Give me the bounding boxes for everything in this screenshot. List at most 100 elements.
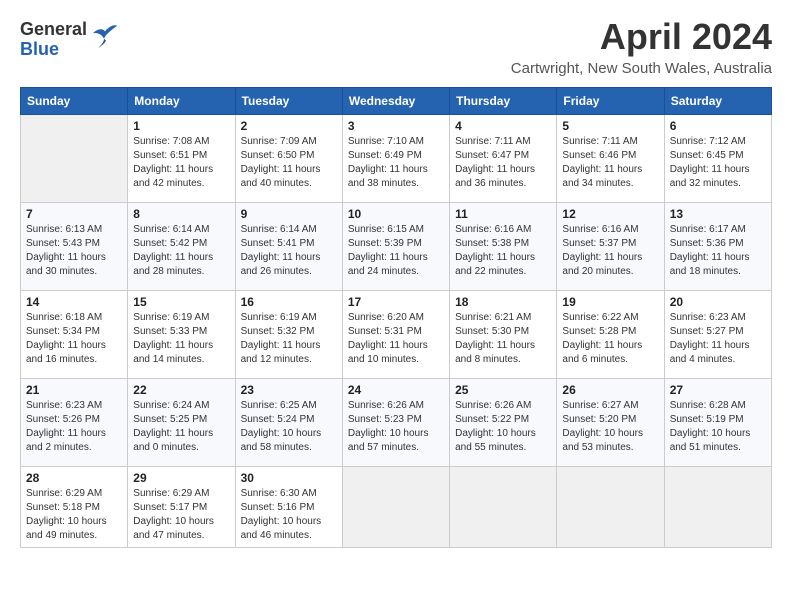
day-number: 4 [455,119,551,133]
day-number: 20 [670,295,766,309]
day-info: Sunrise: 6:14 AM Sunset: 5:41 PM Dayligh… [241,223,337,279]
column-header-thursday: Thursday [450,88,557,115]
calendar-cell: 13 Sunrise: 6:17 AM Sunset: 5:36 PM Dayli… [664,203,771,291]
calendar-cell: 19 Sunrise: 6:22 AM Sunset: 5:28 PM Dayli… [557,291,664,379]
page-header: General Blue April 2024 Cartwright, New … [20,16,772,77]
day-number: 5 [562,119,658,133]
day-info: Sunrise: 6:24 AM Sunset: 5:25 PM Dayligh… [133,399,229,455]
calendar-cell: 5 Sunrise: 7:11 AM Sunset: 6:46 PM Daylig… [557,115,664,203]
calendar-cell: 2 Sunrise: 7:09 AM Sunset: 6:50 PM Daylig… [235,115,342,203]
calendar-cell: 26 Sunrise: 6:27 AM Sunset: 5:20 PM Dayli… [557,379,664,467]
calendar-cell: 8 Sunrise: 6:14 AM Sunset: 5:42 PM Daylig… [128,203,235,291]
day-number: 9 [241,207,337,221]
calendar-cell: 30 Sunrise: 6:30 AM Sunset: 5:16 PM Dayli… [235,467,342,548]
calendar-cell [21,115,128,203]
calendar-cell: 22 Sunrise: 6:24 AM Sunset: 5:25 PM Dayli… [128,379,235,467]
column-header-saturday: Saturday [664,88,771,115]
day-info: Sunrise: 6:17 AM Sunset: 5:36 PM Dayligh… [670,223,766,279]
day-info: Sunrise: 6:23 AM Sunset: 5:26 PM Dayligh… [26,399,122,455]
calendar-table: SundayMondayTuesdayWednesdayThursdayFrid… [20,87,772,548]
calendar-cell: 15 Sunrise: 6:19 AM Sunset: 5:33 PM Dayli… [128,291,235,379]
calendar-cell: 14 Sunrise: 6:18 AM Sunset: 5:34 PM Dayli… [21,291,128,379]
day-number: 6 [670,119,766,133]
calendar-cell: 17 Sunrise: 6:20 AM Sunset: 5:31 PM Dayli… [342,291,449,379]
calendar-cell [342,467,449,548]
calendar-cell: 6 Sunrise: 7:12 AM Sunset: 6:45 PM Daylig… [664,115,771,203]
day-info: Sunrise: 6:23 AM Sunset: 5:27 PM Dayligh… [670,311,766,367]
day-info: Sunrise: 6:18 AM Sunset: 5:34 PM Dayligh… [26,311,122,367]
day-info: Sunrise: 6:29 AM Sunset: 5:18 PM Dayligh… [26,487,122,543]
day-info: Sunrise: 7:12 AM Sunset: 6:45 PM Dayligh… [670,135,766,191]
day-number: 15 [133,295,229,309]
column-header-sunday: Sunday [21,88,128,115]
day-info: Sunrise: 6:22 AM Sunset: 5:28 PM Dayligh… [562,311,658,367]
column-header-tuesday: Tuesday [235,88,342,115]
day-number: 7 [26,207,122,221]
logo-blue-text: Blue [20,40,87,60]
calendar-cell: 24Sunrise: 6:26 AM Sunset: 5:23 PM Dayli… [342,379,449,467]
calendar-cell [664,467,771,548]
logo-general-text: General [20,20,87,40]
day-info: Sunrise: 6:25 AM Sunset: 5:24 PM Dayligh… [241,399,337,455]
day-info: Sunrise: 6:26 AM Sunset: 5:23 PM Dayligh… [348,399,444,455]
calendar-cell: 23Sunrise: 6:25 AM Sunset: 5:24 PM Dayli… [235,379,342,467]
day-number: 17 [348,295,444,309]
calendar-header-row: SundayMondayTuesdayWednesdayThursdayFrid… [21,88,772,115]
day-number: 27 [670,383,766,397]
day-number: 28 [26,471,122,485]
day-number: 1 [133,119,229,133]
calendar-cell: 11Sunrise: 6:16 AM Sunset: 5:38 PM Dayli… [450,203,557,291]
day-info: Sunrise: 6:15 AM Sunset: 5:39 PM Dayligh… [348,223,444,279]
day-info: Sunrise: 7:10 AM Sunset: 6:49 PM Dayligh… [348,135,444,191]
calendar-cell [557,467,664,548]
day-number: 16 [241,295,337,309]
day-info: Sunrise: 6:21 AM Sunset: 5:30 PM Dayligh… [455,311,551,367]
day-number: 30 [241,471,337,485]
calendar-cell: 4Sunrise: 7:11 AM Sunset: 6:47 PM Daylig… [450,115,557,203]
day-number: 19 [562,295,658,309]
calendar-cell: 25 Sunrise: 6:26 AM Sunset: 5:22 PM Dayli… [450,379,557,467]
day-info: Sunrise: 7:11 AM Sunset: 6:46 PM Dayligh… [562,135,658,191]
day-number: 14 [26,295,122,309]
day-number: 3 [348,119,444,133]
logo-bird-icon [91,22,119,50]
day-info: Sunrise: 6:26 AM Sunset: 5:22 PM Dayligh… [455,399,551,455]
calendar-title: April 2024 [511,16,772,58]
calendar-cell: 27Sunrise: 6:28 AM Sunset: 5:19 PM Dayli… [664,379,771,467]
day-number: 12 [562,207,658,221]
title-section: April 2024 Cartwright, New South Wales, … [511,16,772,77]
logo: General Blue [20,20,119,60]
day-number: 29 [133,471,229,485]
day-info: Sunrise: 7:09 AM Sunset: 6:50 PM Dayligh… [241,135,337,191]
calendar-cell: 29 Sunrise: 6:29 AM Sunset: 5:17 PM Dayli… [128,467,235,548]
day-number: 26 [562,383,658,397]
calendar-cell: 3 Sunrise: 7:10 AM Sunset: 6:49 PM Daylig… [342,115,449,203]
day-info: Sunrise: 6:30 AM Sunset: 5:16 PM Dayligh… [241,487,337,543]
day-number: 8 [133,207,229,221]
day-number: 25 [455,383,551,397]
day-number: 10 [348,207,444,221]
day-number: 2 [241,119,337,133]
day-info: Sunrise: 6:20 AM Sunset: 5:31 PM Dayligh… [348,311,444,367]
day-info: Sunrise: 6:29 AM Sunset: 5:17 PM Dayligh… [133,487,229,543]
day-info: Sunrise: 6:13 AM Sunset: 5:43 PM Dayligh… [26,223,122,279]
calendar-cell: 16Sunrise: 6:19 AM Sunset: 5:32 PM Dayli… [235,291,342,379]
day-number: 22 [133,383,229,397]
calendar-cell: 9 Sunrise: 6:14 AM Sunset: 5:41 PM Daylig… [235,203,342,291]
day-number: 13 [670,207,766,221]
column-header-wednesday: Wednesday [342,88,449,115]
calendar-cell: 18 Sunrise: 6:21 AM Sunset: 5:30 PM Dayli… [450,291,557,379]
calendar-cell: 28 Sunrise: 6:29 AM Sunset: 5:18 PM Dayli… [21,467,128,548]
day-info: Sunrise: 6:16 AM Sunset: 5:38 PM Dayligh… [455,223,551,279]
day-number: 18 [455,295,551,309]
calendar-subtitle: Cartwright, New South Wales, Australia [511,60,772,77]
calendar-cell [450,467,557,548]
day-info: Sunrise: 6:14 AM Sunset: 5:42 PM Dayligh… [133,223,229,279]
day-info: Sunrise: 6:16 AM Sunset: 5:37 PM Dayligh… [562,223,658,279]
calendar-cell: 21Sunrise: 6:23 AM Sunset: 5:26 PM Dayli… [21,379,128,467]
column-header-monday: Monday [128,88,235,115]
day-info: Sunrise: 6:27 AM Sunset: 5:20 PM Dayligh… [562,399,658,455]
day-info: Sunrise: 6:19 AM Sunset: 5:33 PM Dayligh… [133,311,229,367]
calendar-cell: 7 Sunrise: 6:13 AM Sunset: 5:43 PM Daylig… [21,203,128,291]
calendar-cell: 1Sunrise: 7:08 AM Sunset: 6:51 PM Daylig… [128,115,235,203]
